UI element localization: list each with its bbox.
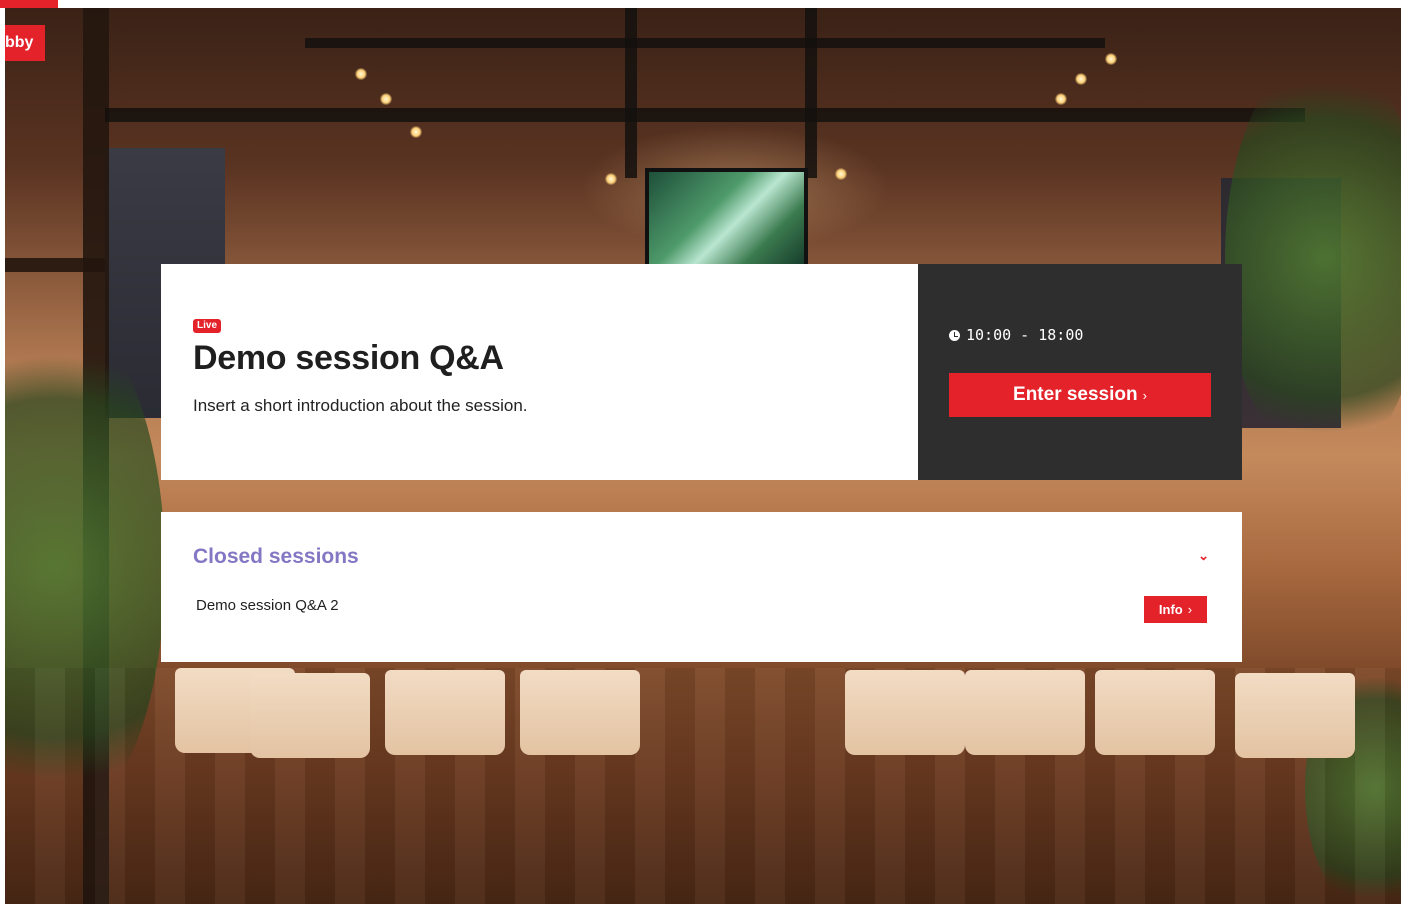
stage-light <box>410 126 422 138</box>
ceiling-truss <box>105 108 1305 122</box>
stage-light <box>355 68 367 80</box>
truss-post <box>625 8 637 178</box>
chair <box>1235 673 1355 758</box>
chair <box>845 670 965 755</box>
live-session-info: Live Demo session Q&A Insert a short int… <box>161 264 918 480</box>
stage-light <box>1055 93 1067 105</box>
chevron-down-icon[interactable]: ⌄ <box>1198 548 1209 564</box>
chair <box>1095 670 1215 755</box>
stage-light <box>835 168 847 180</box>
live-badge: Live <box>193 319 222 333</box>
chair <box>520 670 640 755</box>
stage-light <box>1075 73 1087 85</box>
closed-sessions-panel: Closed sessions ⌄ Demo session Q&A 2 Inf… <box>161 512 1242 662</box>
session-time: 10:00 - 18:00 <box>949 326 1242 344</box>
stage-light <box>605 173 617 185</box>
chair <box>385 670 505 755</box>
session-actions-panel: 10:00 - 18:00 Enter session › <box>918 264 1242 480</box>
stage-light <box>380 93 392 105</box>
brand-corner <box>0 0 58 8</box>
top-bar <box>0 0 1415 8</box>
info-label: Info <box>1158 602 1183 617</box>
rail <box>5 258 105 272</box>
lobby-tab[interactable]: bby <box>5 25 45 61</box>
closed-sessions-heading[interactable]: Closed sessions <box>193 545 359 569</box>
ceiling-truss <box>305 38 1105 48</box>
info-button[interactable]: Info › <box>1144 596 1207 623</box>
stage-light <box>1105 53 1117 65</box>
chair <box>250 673 370 758</box>
session-title: Demo session Q&A <box>193 339 504 377</box>
stage-screen <box>645 168 808 271</box>
enter-session-button[interactable]: Enter session › <box>949 373 1211 417</box>
chair <box>965 670 1085 755</box>
session-time-text: 10:00 - 18:00 <box>966 326 1084 344</box>
enter-session-label: Enter session <box>1013 384 1138 405</box>
chevron-right-icon: › <box>1187 602 1193 617</box>
truss-post <box>805 8 817 178</box>
clock-icon <box>949 329 960 341</box>
live-session-card: Live Demo session Q&A Insert a short int… <box>161 264 1242 480</box>
closed-session-name: Demo session Q&A 2 <box>196 597 339 614</box>
chevron-right-icon: › <box>1142 387 1147 403</box>
session-intro: Insert a short introduction about the se… <box>193 396 528 415</box>
